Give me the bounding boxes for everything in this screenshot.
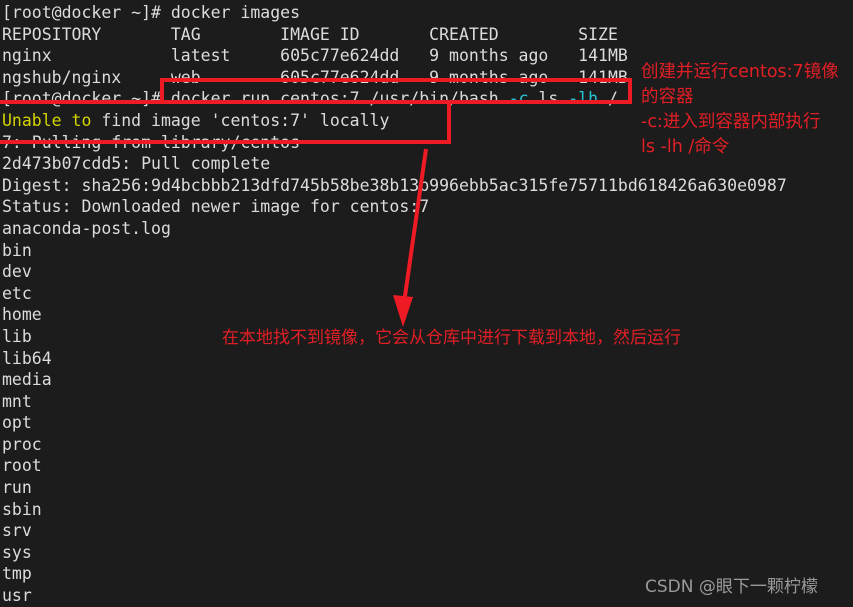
- terminal-line: opt: [2, 412, 853, 434]
- terminal-text: find image 'centos:7' locally: [91, 110, 390, 130]
- terminal-line: sbin: [2, 499, 853, 521]
- terminal-line: run: [2, 477, 853, 499]
- terminal-text: -lh: [568, 89, 599, 109]
- terminal-line: etc: [2, 283, 853, 305]
- terminal-text: mnt: [2, 391, 32, 411]
- terminal-text: nginx latest 605c77e624dd 9 months ago 1…: [2, 46, 628, 66]
- terminal-line: Digest: sha256:9d4bcbbb213dfd745b58be38b…: [2, 175, 853, 197]
- terminal-text: ls: [528, 89, 569, 109]
- terminal-text: Digest: sha256:9d4bcbbb213dfd745b58be38b…: [2, 175, 787, 195]
- terminal-text: bin: [2, 240, 32, 260]
- terminal-text: anaconda-post.log: [2, 218, 171, 238]
- terminal-text: srv: [2, 521, 32, 541]
- terminal-text: proc: [2, 434, 42, 454]
- terminal-line: media: [2, 369, 853, 391]
- terminal-text: sys: [2, 542, 32, 562]
- terminal-text: root: [2, 456, 42, 476]
- terminal-text: media: [2, 370, 52, 390]
- terminal-line: sys: [2, 542, 853, 564]
- terminal-line: bin: [2, 240, 853, 262]
- terminal-line: root: [2, 455, 853, 477]
- terminal-line: proc: [2, 434, 853, 456]
- terminal-text: sbin: [2, 499, 42, 519]
- terminal-text: tmp: [2, 564, 32, 584]
- terminal-line: Status: Downloaded newer image for cento…: [2, 196, 853, 218]
- terminal-text: usr: [2, 586, 32, 606]
- terminal-text: home: [2, 305, 42, 325]
- terminal-line: dev: [2, 261, 853, 283]
- terminal-text: Status: Downloaded newer image for cento…: [2, 197, 430, 217]
- watermark: CSDN @眼下一颗柠檬: [645, 577, 818, 597]
- annotation-right: 创建并运行centos:7镜像 的容器 -c:进入到容器内部执行 ls -lh …: [641, 62, 839, 157]
- terminal-line: lib64: [2, 348, 853, 370]
- terminal-text: etc: [2, 283, 32, 303]
- terminal-text: REPOSITORY TAG IMAGE ID CREATED SIZE: [2, 24, 618, 44]
- terminal-text: run: [2, 478, 32, 498]
- terminal-line: srv: [2, 520, 853, 542]
- terminal-text: 7: Pulling from library/centos: [2, 132, 301, 152]
- terminal-text: opt: [2, 413, 32, 433]
- terminal-text: ngshub/nginx web 605c77e624dd 9 months a…: [2, 67, 628, 87]
- terminal-text: /: [598, 89, 618, 109]
- terminal-line: [root@docker ~]# docker images: [2, 2, 853, 24]
- terminal-text: lib64: [2, 348, 52, 368]
- terminal-line: home: [2, 304, 853, 326]
- terminal-text: [root@docker ~]# docker images: [2, 3, 301, 22]
- terminal-line: REPOSITORY TAG IMAGE ID CREATED SIZE: [2, 24, 853, 46]
- terminal-text: 2d473b07cdd5: Pull complete: [2, 154, 271, 174]
- terminal-text: -c: [508, 89, 529, 109]
- terminal-text: Unable to: [2, 110, 92, 130]
- annotation-center: 在本地找不到镜像，它会从仓库中进行下载到本地，然后运行: [222, 328, 681, 348]
- terminal-screenshot: [root@docker ~]# docker images REPOSITORY…: [0, 0, 853, 607]
- terminal-line: anaconda-post.log: [2, 218, 853, 240]
- terminal-text: dev: [2, 262, 32, 282]
- terminal-text: lib: [2, 326, 32, 346]
- terminal-text: [root@docker ~]# docker run centos:7 /us…: [2, 89, 509, 109]
- terminal-line: mnt: [2, 391, 853, 413]
